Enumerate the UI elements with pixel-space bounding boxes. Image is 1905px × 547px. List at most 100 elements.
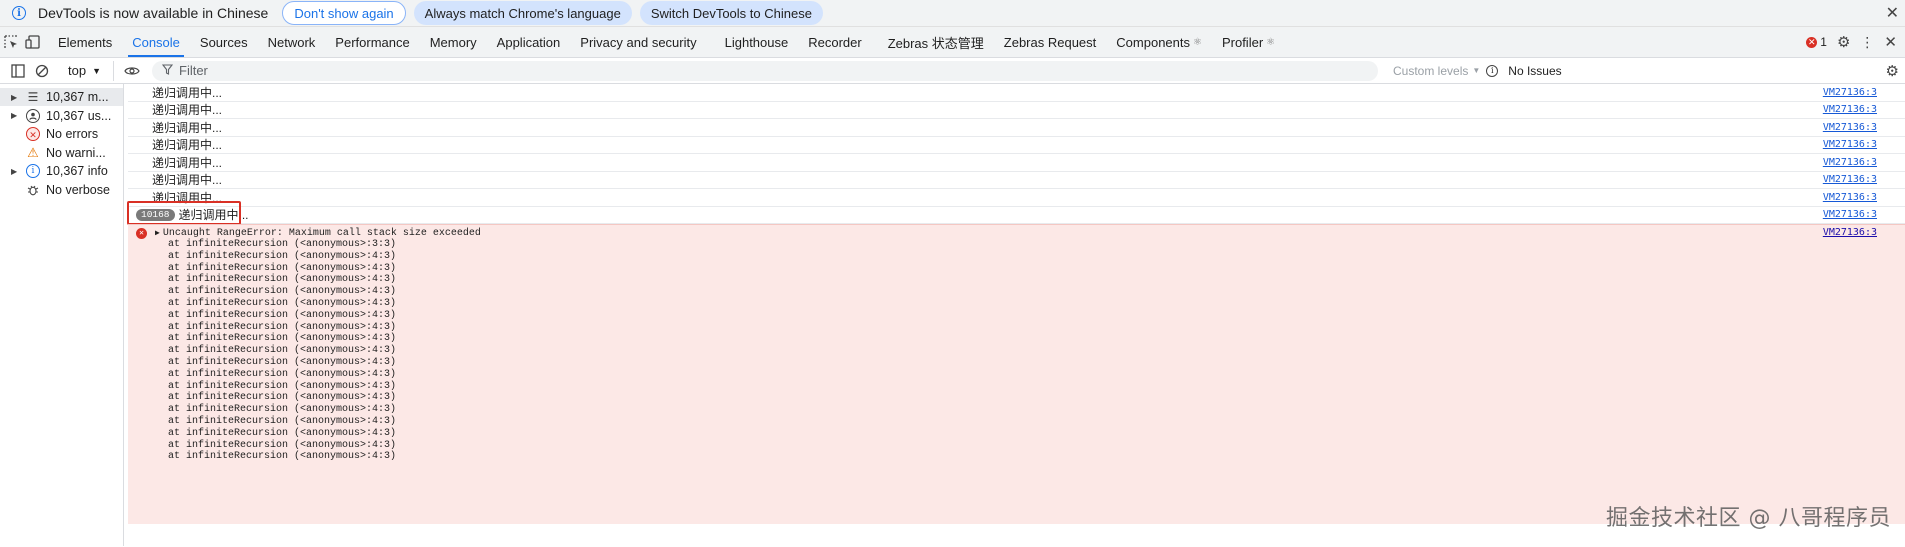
error-icon: ✕: [1806, 36, 1818, 48]
sidebar-item-user-messages[interactable]: ▶ 10,367 us...: [0, 107, 123, 125]
source-link[interactable]: VM27136:3: [1823, 87, 1877, 98]
error-icon: ✕: [136, 227, 147, 239]
stack-frame: at infiniteRecursion (<anonymous>:4:3): [168, 427, 397, 439]
tab-lighthouse[interactable]: Lighthouse: [715, 27, 799, 57]
stack-frame: at infiniteRecursion (<anonymous>:4:3): [168, 415, 397, 427]
stack-frame: at infiniteRecursion (<anonymous>:4:3): [168, 356, 397, 368]
dont-show-again-button[interactable]: Don't show again: [282, 1, 406, 25]
console-settings-gear-icon[interactable]: ⚙: [1886, 62, 1899, 80]
sidebar-item-verbose[interactable]: No verbose: [0, 181, 123, 199]
react-icon: ⚛: [1193, 36, 1202, 48]
levels-info-icon: i: [1486, 64, 1499, 77]
filter-input[interactable]: Filter: [152, 60, 1378, 81]
list-item: 递归调用中... VM27136:3: [128, 84, 1905, 102]
clear-console-icon[interactable]: [30, 64, 54, 78]
error-count-badge[interactable]: ✕ 1: [1806, 35, 1827, 49]
source-link[interactable]: VM27136:3: [1823, 192, 1877, 203]
sidebar-item-messages[interactable]: ▶ ☰ 10,367 m...: [0, 88, 123, 106]
tab-performance[interactable]: Performance: [325, 27, 419, 57]
sidebar-item-label: 10,367 info: [46, 164, 108, 178]
react-icon: ⚛: [1266, 36, 1276, 48]
source-link[interactable]: VM27136:3: [1823, 157, 1877, 168]
device-toolbar-icon[interactable]: [22, 27, 44, 57]
log-text: 递归调用中...: [152, 155, 223, 170]
list-item: 递归调用中... VM27136:3: [128, 102, 1905, 119]
grouped-log-row: 10168 递归调用中... VM27136:3: [128, 207, 1905, 224]
repeat-count-badge: 10168: [136, 208, 175, 221]
context-selector[interactable]: top ▼: [68, 60, 114, 81]
stack-trace: at infiniteRecursion (<anonymous>:3:3) at…: [128, 239, 1905, 463]
stack-frame: at infiniteRecursion (<anonymous>:4:3): [168, 321, 397, 333]
list-item: 递归调用中... VM27136:3: [128, 189, 1905, 207]
tab-application[interactable]: Application: [487, 27, 571, 57]
issues-label: No Issues: [1508, 63, 1562, 78]
context-value: top: [68, 63, 87, 78]
sidebar-item-errors[interactable]: ✕ No errors: [0, 125, 123, 143]
settings-gear-icon[interactable]: ⚙: [1837, 33, 1850, 51]
more-options-icon[interactable]: ⋮: [1860, 34, 1874, 51]
tab-network[interactable]: Network: [258, 27, 326, 57]
stack-frame: at infiniteRecursion (<anonymous>:4:3): [168, 309, 397, 321]
switch-to-chinese-button[interactable]: Switch DevTools to Chinese: [639, 1, 823, 25]
source-link[interactable]: VM27136:3: [1823, 122, 1877, 133]
devtools-tabbar: Elements Console Sources Network Perform…: [0, 27, 1905, 58]
stack-frame: at infiniteRecursion (<anonymous>:4:3): [168, 392, 397, 404]
source-link[interactable]: VM27136:3: [1823, 227, 1877, 238]
log-text: 递归调用中...: [152, 103, 223, 118]
expand-arrow-icon[interactable]: ▶: [155, 228, 160, 238]
log-levels-dropdown[interactable]: Custom levels ▼: [1393, 64, 1486, 78]
tab-memory[interactable]: Memory: [420, 27, 487, 57]
issues-button[interactable]: No Issues: [1508, 64, 1561, 78]
stack-frame: at infiniteRecursion (<anonymous>:4:3): [168, 439, 397, 451]
list-item: 递归调用中... VM27136:3: [128, 154, 1905, 172]
infobar-message: DevTools is now available in Chinese: [38, 5, 269, 21]
log-text: 递归调用中...: [178, 208, 249, 223]
source-link[interactable]: VM27136:3: [1823, 209, 1877, 220]
close-devtools-icon[interactable]: ✕: [1884, 33, 1897, 51]
tab-profiler[interactable]: Profiler ⚛: [1212, 27, 1285, 57]
filter-icon: [161, 63, 174, 78]
console-main: ▶ ☰ 10,367 m... ▶ 10,367 us... ✕ No erro…: [0, 84, 1905, 546]
chevron-down-icon: ▼: [92, 65, 101, 76]
expand-arrow-icon[interactable]: ▶: [11, 167, 17, 176]
tab-elements[interactable]: Elements: [48, 27, 122, 57]
tab-recorder[interactable]: Recorder: [798, 27, 871, 57]
stack-frame: at infiniteRecursion (<anonymous>:4:3): [168, 250, 397, 262]
log-text: 递归调用中...: [152, 85, 223, 100]
stack-frame: at infiniteRecursion (<anonymous>:4:3): [168, 333, 397, 345]
tab-components[interactable]: Components ⚛: [1106, 27, 1212, 57]
watermark: 掘金技术社区 @ 八哥程序员: [1606, 506, 1891, 531]
source-link[interactable]: VM27136:3: [1823, 139, 1877, 150]
list-icon: ☰: [27, 90, 39, 104]
stack-frame: at infiniteRecursion (<anonymous>:4:3): [168, 404, 397, 416]
expand-arrow-icon[interactable]: ▶: [11, 111, 17, 120]
language-infobar: i DevTools is now available in Chinese D…: [0, 0, 1905, 27]
sidebar-item-label: No warni...: [46, 145, 106, 160]
live-expression-eye-icon[interactable]: [120, 65, 144, 77]
sidebar-item-warnings[interactable]: ⚠ No warni...: [0, 144, 123, 162]
tab-components-label: Components: [1116, 34, 1190, 50]
tab-console[interactable]: Console: [122, 27, 190, 57]
sidebar-item-label: No verbose: [46, 182, 110, 197]
log-text: 递归调用中...: [152, 173, 223, 188]
source-link[interactable]: VM27136:3: [1823, 174, 1877, 185]
filter-placeholder: Filter: [179, 63, 208, 78]
error-header[interactable]: ✕ ▶ Uncaught RangeError: Maximum call st…: [128, 227, 1905, 239]
console-messages: 递归调用中... VM27136:3 递归调用中... VM27136:3 递归调用…: [124, 84, 1905, 546]
tab-privacy-security[interactable]: Privacy and security: [570, 27, 706, 57]
sidebar-item-info[interactable]: ▶ i 10,367 info: [0, 162, 123, 180]
tab-sources[interactable]: Sources: [190, 27, 258, 57]
expand-arrow-icon[interactable]: ▶: [11, 93, 17, 102]
source-link[interactable]: VM27136:3: [1823, 104, 1877, 115]
tab-zebras-request[interactable]: Zebras Request: [994, 27, 1107, 57]
list-item: 递归调用中... VM27136:3: [128, 137, 1905, 154]
always-match-language-button[interactable]: Always match Chrome's language: [413, 1, 632, 25]
list-item: 递归调用中... VM27136:3: [128, 119, 1905, 137]
info-icon: i: [12, 6, 26, 20]
tab-zebras-state[interactable]: Zebras 状态管理: [878, 27, 994, 57]
stack-frame: at infiniteRecursion (<anonymous>:4:3): [168, 262, 397, 274]
sidebar-toggle-icon[interactable]: [6, 63, 30, 78]
inspect-element-icon[interactable]: [0, 27, 22, 57]
log-text: 递归调用中...: [152, 138, 223, 153]
close-icon[interactable]: ✕: [1886, 3, 1899, 23]
